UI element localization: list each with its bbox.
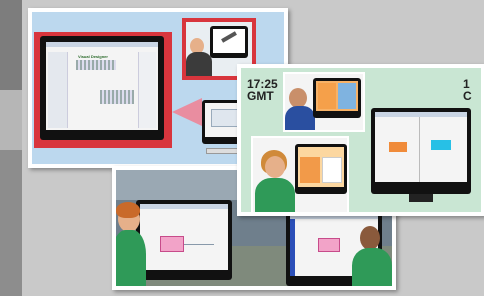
inset-monitor — [210, 26, 248, 58]
window-title: Visual Designer — [78, 54, 108, 59]
large-monitor: Visual Designer — [40, 36, 164, 140]
inset-person-top — [283, 72, 365, 132]
window-title-bar — [46, 42, 158, 47]
flow-line-left — [184, 244, 214, 245]
screen-table-block — [322, 157, 342, 183]
screen-orange-block — [300, 157, 320, 183]
person-shirt-right — [352, 248, 392, 286]
screen-divider — [419, 117, 420, 182]
orange-status-box — [389, 142, 407, 152]
time-zone-1: GMT — [247, 89, 274, 103]
screen-panel-blue — [338, 83, 356, 109]
right-panel — [138, 52, 156, 128]
large-monitor-screen: Visual Designer — [46, 42, 158, 130]
scene-timezones: 17:25 GMT 1 C — [237, 64, 484, 216]
pointer-wedge — [172, 98, 202, 126]
inset-person-shirt — [186, 52, 212, 76]
person-head-right — [360, 226, 380, 250]
right-monitor-green-scene — [371, 108, 471, 194]
pink-highlight-left — [160, 236, 184, 252]
inset-chart-icon — [221, 31, 237, 43]
inset-person-bottom — [251, 136, 349, 212]
time-zone-2: C — [463, 89, 472, 103]
cyan-status-box — [431, 140, 451, 150]
person-shirt-left — [116, 230, 146, 286]
blue-sidebar — [290, 219, 295, 276]
left-workstation-monitor — [136, 200, 232, 280]
screen-panel-orange — [318, 83, 336, 109]
rack-diagram-bottom — [100, 90, 134, 104]
left-edge-strip — [0, 0, 22, 296]
rack-diagram-top — [76, 60, 116, 70]
person-hair-left — [116, 202, 140, 218]
sidebar-panel — [48, 52, 68, 128]
pink-highlight-right — [318, 238, 340, 252]
monitor-stand — [409, 194, 433, 202]
